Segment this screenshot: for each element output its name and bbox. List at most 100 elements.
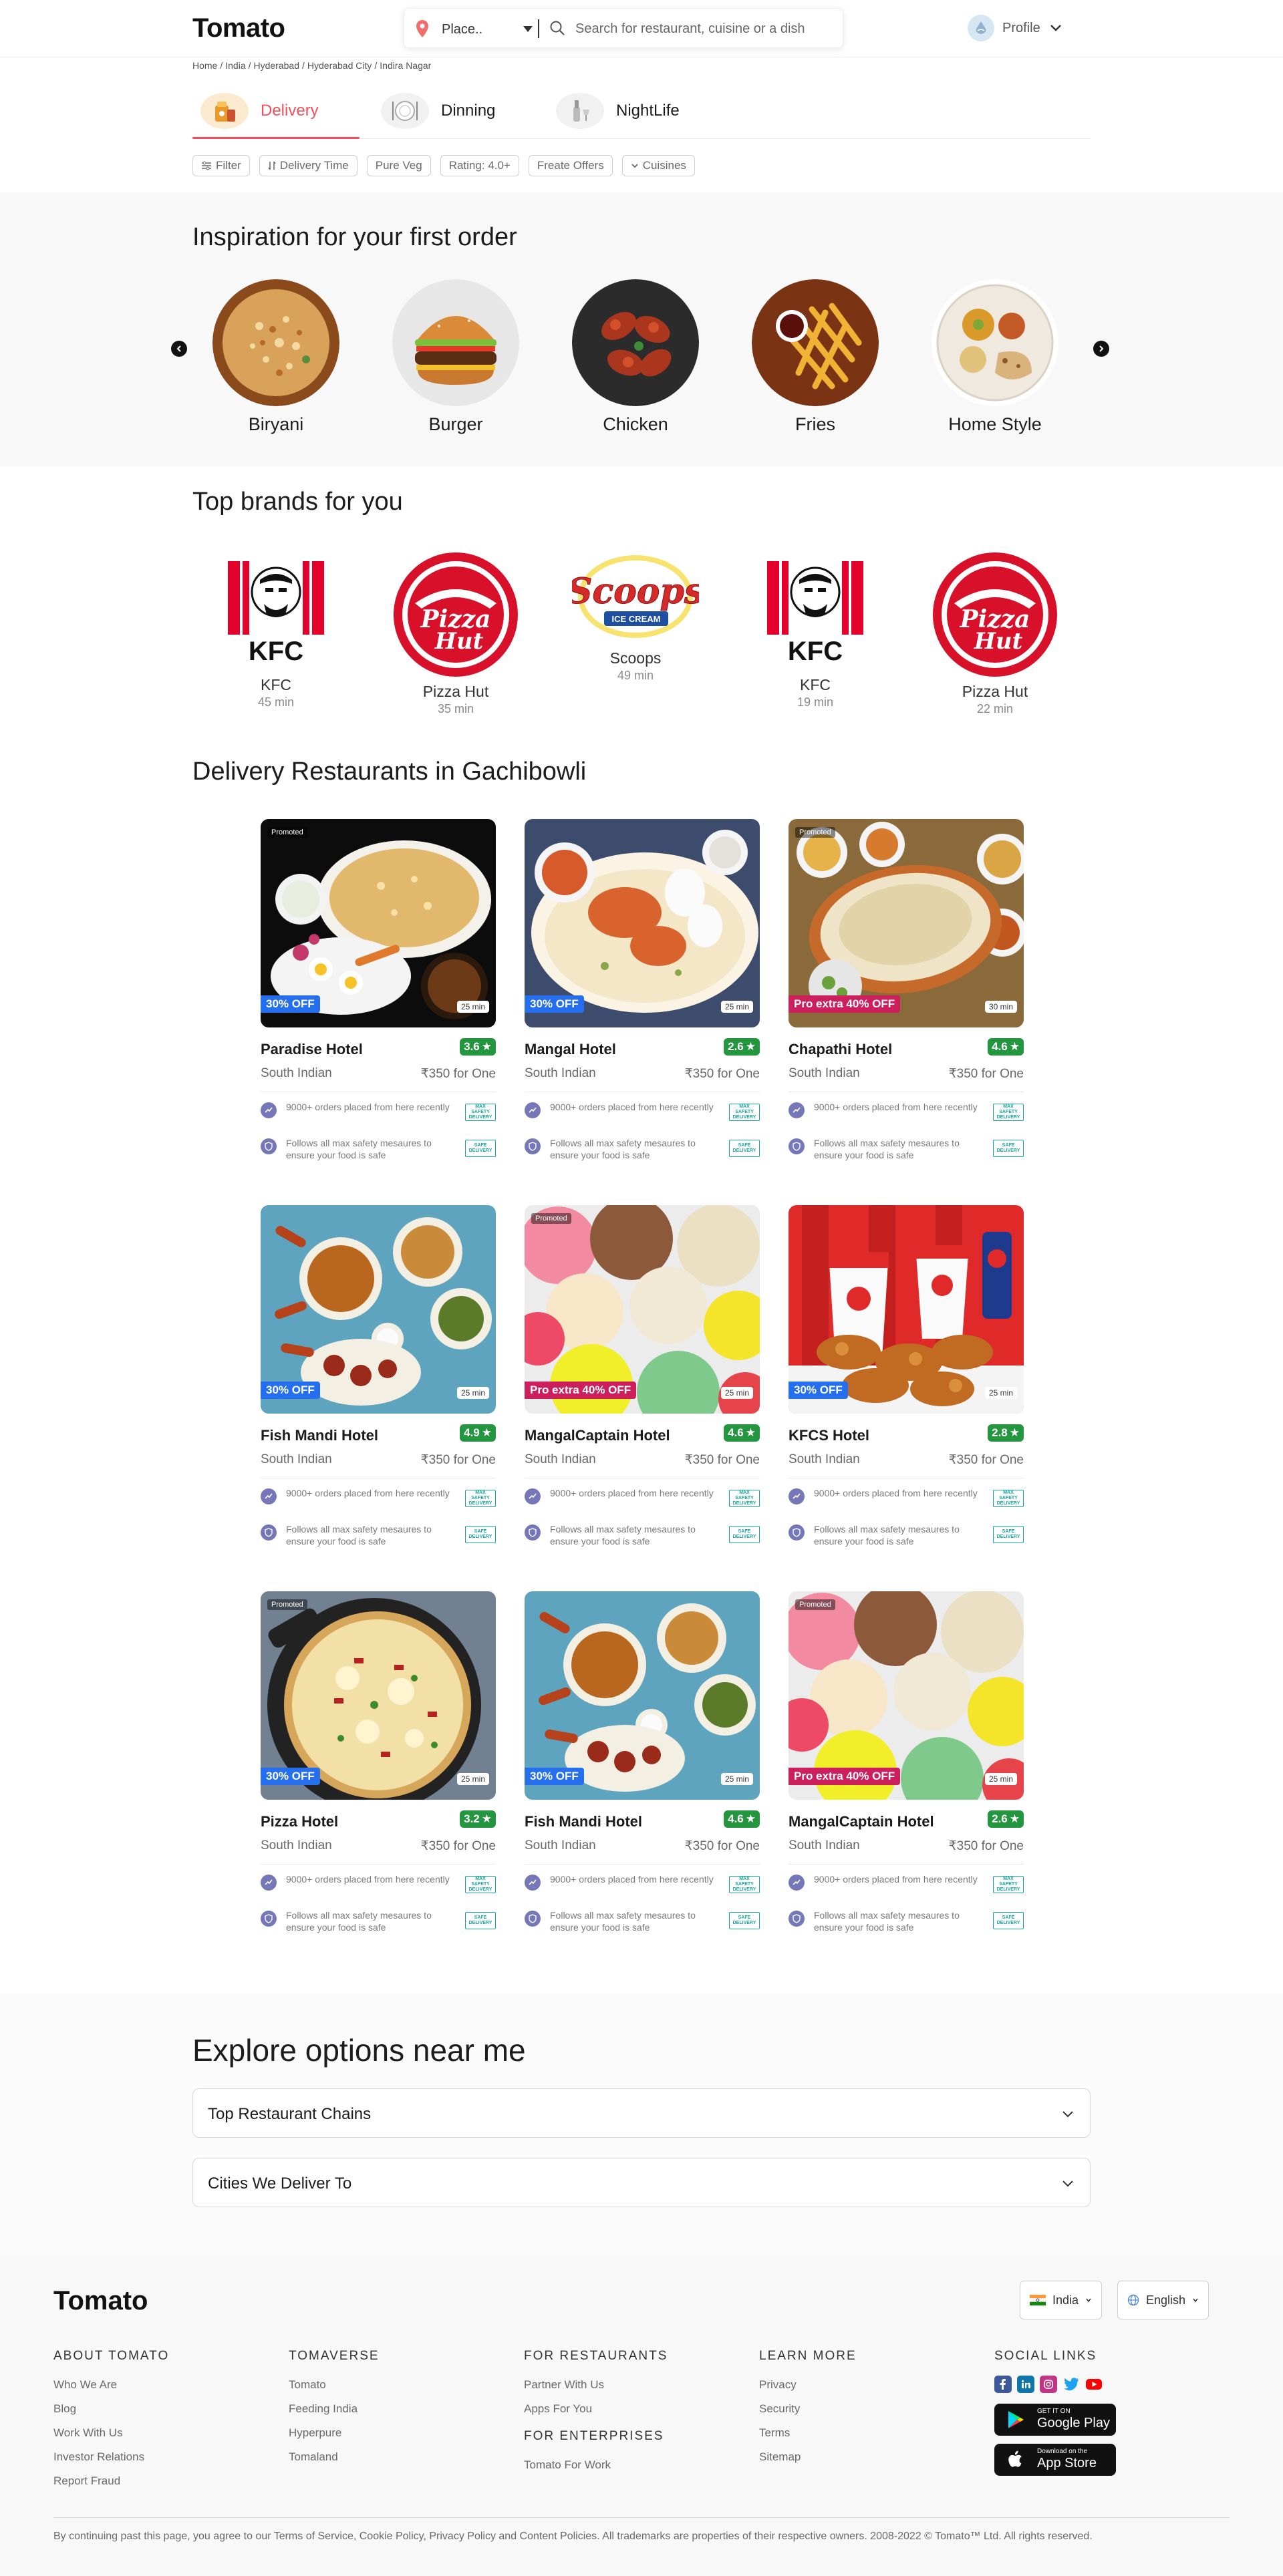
filter-chip-delivery-time[interactable]: Delivery Time bbox=[259, 155, 358, 176]
restaurant-image[interactable]: 30% OFF 25 min bbox=[525, 819, 760, 1027]
footer-link[interactable]: Hyperpure bbox=[289, 2421, 380, 2445]
legal-text: By continuing past this page, you agree … bbox=[53, 2531, 1093, 2542]
offer-badge: 30% OFF bbox=[261, 995, 320, 1013]
cuisine-item-fries[interactable]: Fries bbox=[752, 279, 879, 435]
carousel-next-button[interactable] bbox=[1093, 341, 1109, 357]
footer-link[interactable]: Investor Relations bbox=[53, 2445, 169, 2469]
restaurant-image[interactable]: 30% OFF 25 min bbox=[789, 1205, 1024, 1414]
restaurant-card[interactable]: 30% OFF 25 min Fish Mandi Hotel 4.9 ★ South I… bbox=[261, 1205, 496, 1553]
footer-link[interactable]: Terms bbox=[759, 2421, 857, 2445]
price-label: ₹350 for One bbox=[420, 1453, 496, 1467]
google-play-button[interactable]: GET IT ON Google Play bbox=[994, 2404, 1116, 2436]
brand-time: 45 min bbox=[257, 695, 295, 709]
brand-item-pizza-hut[interactable]: Pizza Hut Pizza Hut 22 min bbox=[928, 548, 1062, 716]
tab-nightlife[interactable]: NightLife bbox=[556, 84, 680, 138]
shield-icon bbox=[261, 1138, 277, 1154]
restaurant-image[interactable]: Promoted 30% OFF 25 min bbox=[261, 819, 496, 1027]
footer-link[interactable]: Sitemap bbox=[759, 2445, 857, 2469]
breadcrumb-item[interactable]: India bbox=[225, 60, 245, 71]
facebook-icon[interactable] bbox=[994, 2376, 1012, 2393]
brand-item-kfc[interactable]: KFC KFC 19 min bbox=[748, 548, 882, 709]
breadcrumb-item[interactable]: Hyderabad City bbox=[307, 60, 372, 71]
site-logo[interactable]: Tomato bbox=[192, 13, 285, 43]
restaurant-meta: South Indian ₹350 for One bbox=[525, 1838, 760, 1853]
footer-link[interactable]: Partner With Us bbox=[524, 2373, 668, 2397]
restaurant-image[interactable]: Promoted Pro extra 40% OFF 30 min bbox=[789, 819, 1024, 1027]
cuisine-item-chicken[interactable]: Chicken bbox=[572, 279, 699, 435]
restaurant-image[interactable]: 30% OFF 25 min bbox=[525, 1591, 760, 1800]
brand-item-scoops[interactable]: Scoops ICE CREAM Scoops 49 min bbox=[569, 541, 702, 683]
carousel-prev-button[interactable] bbox=[171, 341, 187, 357]
rating-badge: 2.8 ★ bbox=[988, 1424, 1024, 1442]
footer-link[interactable]: Tomato For Work bbox=[524, 2453, 668, 2477]
safe-delivery-badge: SAFE DELIVERY bbox=[993, 1526, 1024, 1543]
twitter-icon[interactable] bbox=[1062, 2376, 1080, 2393]
section-title: Top brands for you bbox=[192, 488, 403, 516]
filter-chip-offers[interactable]: Freate Offers bbox=[528, 155, 613, 176]
trending-icon bbox=[525, 1488, 541, 1504]
accordion-cities-we-deliver-to[interactable]: Cities We Deliver To bbox=[192, 2158, 1091, 2207]
restaurant-image[interactable]: 30% OFF 25 min bbox=[261, 1205, 496, 1414]
filter-chip-cuisines[interactable]: Cuisines bbox=[621, 155, 695, 176]
footer-link[interactable]: Tomato bbox=[289, 2373, 380, 2397]
cuisine-item-burger[interactable]: Burger bbox=[392, 279, 519, 435]
brand-item-pizza-hut[interactable]: Pizza Hut Pizza Hut 35 min bbox=[389, 548, 523, 716]
footer-link[interactable]: Privacy bbox=[759, 2373, 857, 2397]
cuisine-item-biryani[interactable]: Biryani bbox=[212, 279, 339, 435]
language-select[interactable]: English bbox=[1117, 2281, 1209, 2319]
footer-link[interactable]: Who We Are bbox=[53, 2373, 169, 2397]
footer-link[interactable]: Report Fraud bbox=[53, 2469, 169, 2493]
home-style-image bbox=[932, 279, 1058, 406]
breadcrumb-item[interactable]: Hyderabad bbox=[254, 60, 300, 71]
footer-column-social: SOCIAL LINKS bbox=[994, 2349, 1097, 2373]
cuisine-item-home-style[interactable]: Home Style bbox=[932, 279, 1058, 435]
restaurant-card[interactable]: Promoted Pro extra 40% OFF 25 min MangalCap… bbox=[525, 1205, 760, 1553]
offer-badge: 30% OFF bbox=[261, 1382, 320, 1399]
restaurant-card[interactable]: Promoted 30% OFF 25 min Paradise Hotel 3.6 ★ S… bbox=[261, 819, 496, 1166]
filter-chip-label: Pure Veg bbox=[375, 159, 422, 172]
restaurant-image[interactable]: Promoted Pro extra 40% OFF 25 min bbox=[525, 1205, 760, 1414]
breadcrumb-item[interactable]: Indira Nagar bbox=[380, 60, 431, 71]
country-select[interactable]: India bbox=[1020, 2281, 1103, 2319]
app-store-button[interactable]: Download on the App Store bbox=[994, 2444, 1116, 2476]
avatar[interactable] bbox=[968, 15, 994, 41]
rating-value: 4.9 bbox=[464, 1426, 480, 1439]
linkedin-icon[interactable] bbox=[1017, 2376, 1034, 2393]
restaurant-name: Fish Mandi Hotel bbox=[261, 1427, 378, 1444]
restaurant-card[interactable]: Promoted 30% OFF 25 min Pizza Hotel 3.2 ★ Sout… bbox=[261, 1591, 496, 1939]
restaurant-card[interactable]: 30% OFF 25 min KFCS Hotel 2.8 ★ South Indian ₹… bbox=[789, 1205, 1024, 1553]
restaurant-image[interactable]: Promoted Pro extra 40% OFF 25 min bbox=[789, 1591, 1024, 1800]
location-dropdown-icon[interactable] bbox=[523, 26, 533, 32]
restaurant-card[interactable]: 30% OFF 25 min Mangal Hotel 2.6 ★ South India… bbox=[525, 819, 760, 1166]
footer-link[interactable]: Tomaland bbox=[289, 2445, 380, 2469]
restaurant-card[interactable]: Promoted Pro extra 40% OFF 30 min Chapathi … bbox=[789, 819, 1024, 1166]
accordion-top-restaurant-chains[interactable]: Top Restaurant Chains bbox=[192, 2088, 1091, 2138]
footer-link[interactable]: Apps For You bbox=[524, 2397, 668, 2421]
chevron-left-icon bbox=[176, 345, 181, 352]
footer-link[interactable]: Blog bbox=[53, 2397, 169, 2421]
brand-item-kfc[interactable]: KFC KFC 45 min bbox=[209, 548, 343, 709]
restaurant-image[interactable]: Promoted 30% OFF 25 min bbox=[261, 1591, 496, 1800]
youtube-icon[interactable] bbox=[1085, 2376, 1103, 2393]
restaurant-card[interactable]: Promoted Pro extra 40% OFF 25 min MangalCap… bbox=[789, 1591, 1024, 1939]
breadcrumb-item[interactable]: Home bbox=[192, 60, 217, 71]
price-label: ₹350 for One bbox=[684, 1839, 760, 1853]
filter-chip-filter[interactable]: Filter bbox=[192, 155, 250, 176]
tab-dinning[interactable]: Dinning bbox=[381, 84, 495, 138]
profile-menu[interactable]: Profile bbox=[968, 15, 1063, 41]
footer-link[interactable]: Work With Us bbox=[53, 2421, 169, 2445]
footer-link[interactable]: Security bbox=[759, 2397, 857, 2421]
footer-link[interactable]: Feeding India bbox=[289, 2397, 380, 2421]
restaurant-card[interactable]: 30% OFF 25 min Fish Mandi Hotel 4.6 ★ South I… bbox=[525, 1591, 760, 1939]
instagram-icon[interactable] bbox=[1040, 2376, 1057, 2393]
filter-chip-pure-veg[interactable]: Pure Veg bbox=[366, 155, 431, 176]
footer-logo[interactable]: Tomato bbox=[53, 2286, 148, 2316]
filter-chip-rating[interactable]: Rating: 4.0+ bbox=[440, 155, 519, 176]
chevron-down-icon[interactable] bbox=[1048, 21, 1063, 35]
location-input[interactable]: Place.. bbox=[442, 22, 482, 37]
search-input[interactable] bbox=[575, 15, 836, 42]
footer-column-tomaverse: TOMAVERSE Tomato Feeding India Hyperpure… bbox=[289, 2349, 380, 2469]
promoted-badge: Promoted bbox=[267, 1599, 307, 1610]
rating-value: 2.8 bbox=[992, 1426, 1008, 1439]
tab-delivery[interactable]: Delivery bbox=[192, 84, 360, 139]
